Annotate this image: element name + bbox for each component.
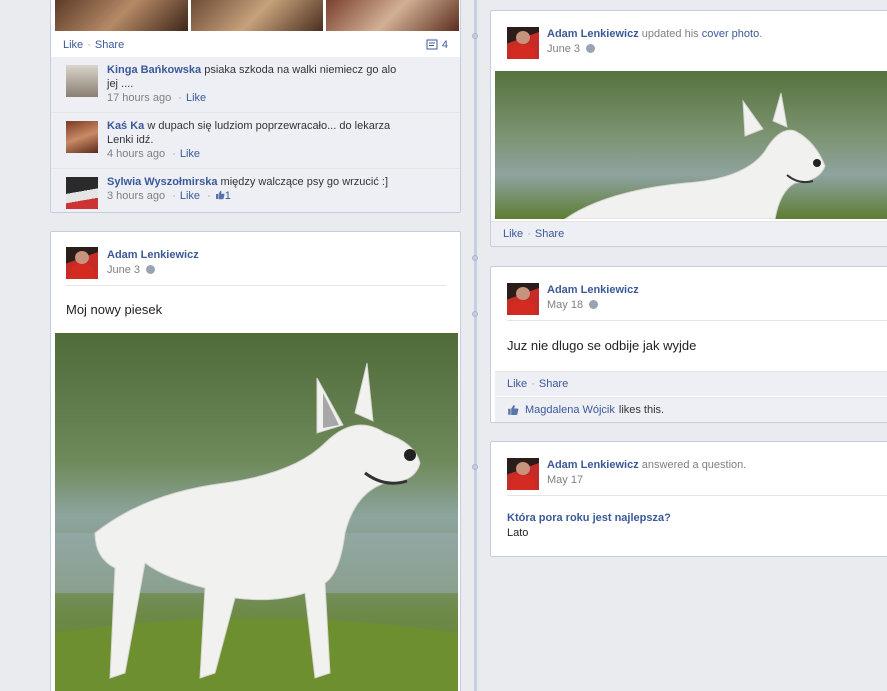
left-top-post: Like · Share 4 Kinga Bańkowska psiaka sz…: [50, 0, 461, 213]
comment-author[interactable]: Kinga Bańkowska: [107, 64, 201, 76]
comment-count-value: 4: [441, 38, 448, 51]
comment-text: Lenki idź.: [107, 134, 154, 146]
avatar[interactable]: [507, 458, 539, 490]
question-link[interactable]: Która pora roku jest najlepsza?: [507, 511, 671, 526]
thumbs-up-icon: [508, 404, 519, 416]
post-author[interactable]: Adam Lenkiewicz: [547, 283, 639, 298]
post-date[interactable]: June 3: [547, 43, 580, 55]
post-text: Moj nowy piesek: [66, 302, 163, 317]
separator: ·: [527, 228, 531, 240]
comment-count[interactable]: 4: [426, 39, 448, 51]
post-author[interactable]: Adam Lenkiewicz: [107, 248, 199, 263]
post-author[interactable]: Adam Lenkiewicz: [547, 459, 639, 471]
globe-icon: [589, 300, 599, 309]
timeline-dot: [472, 33, 478, 39]
share-link[interactable]: Share: [95, 39, 124, 51]
cover-photo[interactable]: [495, 71, 887, 219]
timeline-dot: [472, 464, 478, 470]
comment-text: w dupach się ludziom poprzewracało... do…: [147, 120, 391, 132]
like-link[interactable]: Like: [507, 378, 527, 390]
divider: [507, 495, 887, 496]
status-post: Adam Lenkiewicz May 18 Juz nie dlugo se …: [490, 266, 887, 423]
cover-photo-link[interactable]: cover photo: [702, 28, 759, 40]
comment: Kinga Bańkowska psiaka szkoda na walki n…: [51, 61, 460, 113]
avatar[interactable]: [66, 247, 98, 279]
cover-photo-post: Adam Lenkiewicz updated his cover photo.…: [490, 10, 887, 247]
left-photo-post: Adam Lenkiewicz June 3 Moj nowy piesek: [50, 231, 461, 691]
comment-text: psiaka szkoda na walki niemiecz go alo: [204, 64, 397, 76]
commenter-avatar[interactable]: [66, 177, 98, 209]
separator: ·: [531, 378, 535, 390]
like-link[interactable]: Like: [63, 39, 83, 51]
comment-icon: [426, 39, 438, 49]
separator: ·: [207, 190, 211, 202]
liker-name[interactable]: Magdalena Wójcik: [525, 404, 615, 416]
separator: ·: [87, 38, 91, 51]
comment-like-link[interactable]: Like: [180, 148, 200, 160]
post-date[interactable]: May 18: [547, 299, 583, 311]
comment-like-link[interactable]: Like: [180, 190, 200, 202]
comment-text: jej ....: [107, 78, 134, 90]
comment: Kaś Ka w dupach się ludziom poprzewracał…: [51, 117, 460, 169]
share-link[interactable]: Share: [535, 228, 564, 240]
post-actions-bar: Like · Share: [491, 221, 887, 246]
photo-strip: [55, 0, 460, 31]
post-text: Juz nie dlugo se odbije jak wyjde: [507, 338, 697, 353]
avatar[interactable]: [507, 283, 539, 315]
commenter-avatar[interactable]: [66, 65, 98, 97]
post-photo[interactable]: [55, 333, 458, 691]
share-link[interactable]: Share: [539, 378, 568, 390]
photo-thumb[interactable]: [326, 0, 460, 31]
post-actions-bar: Like · Share 4: [51, 32, 460, 57]
globe-icon: [146, 265, 156, 274]
commenter-avatar[interactable]: [66, 121, 98, 153]
separator: ·: [172, 190, 176, 202]
comment-author[interactable]: Sylwia Wyszołmirska: [107, 176, 217, 188]
divider: [51, 112, 460, 113]
comment-text: między walczące psy go wrzucić :]: [220, 176, 389, 188]
comment: Sylwia Wyszołmirska między walczące psy …: [51, 173, 460, 211]
timeline-dot: [472, 255, 478, 261]
divider: [507, 320, 887, 321]
question-post: Adam Lenkiewicz answered a question. May…: [490, 441, 887, 557]
comment-like-count[interactable]: 1: [225, 190, 231, 202]
timeline-dot: [472, 311, 478, 317]
thumbs-up-icon: [215, 190, 225, 200]
separator: ·: [178, 92, 182, 104]
likes-text: likes this.: [618, 404, 665, 416]
timeline-spine: [474, 0, 477, 691]
post-actions-bar: Like · Share: [495, 371, 887, 396]
post-author[interactable]: Adam Lenkiewicz: [547, 28, 639, 40]
like-link[interactable]: Like: [503, 228, 523, 240]
globe-icon: [586, 44, 596, 53]
comment-like-link[interactable]: Like: [186, 92, 206, 104]
post-action-suffix: .: [759, 28, 763, 40]
comments-section: Kinga Bańkowska psiaka szkoda na walki n…: [51, 57, 460, 212]
comment-author[interactable]: Kaś Ka: [107, 120, 144, 132]
post-action: updated his: [641, 28, 699, 40]
comment-time: 4 hours ago: [107, 148, 166, 160]
answer-text: Lato: [507, 527, 529, 539]
photo-thumb[interactable]: [55, 0, 188, 31]
post-date[interactable]: May 17: [547, 473, 746, 488]
avatar[interactable]: [507, 27, 539, 59]
post-date[interactable]: June 3: [107, 264, 140, 276]
photo-thumb[interactable]: [190, 0, 324, 31]
comment-time: 3 hours ago: [107, 190, 166, 202]
likes-bar: Magdalena Wójcik likes this.: [495, 397, 887, 422]
divider: [66, 285, 446, 286]
separator: ·: [172, 148, 176, 160]
comment-time: 17 hours ago: [107, 92, 172, 104]
post-action: answered a question.: [641, 459, 747, 471]
divider: [51, 168, 460, 169]
